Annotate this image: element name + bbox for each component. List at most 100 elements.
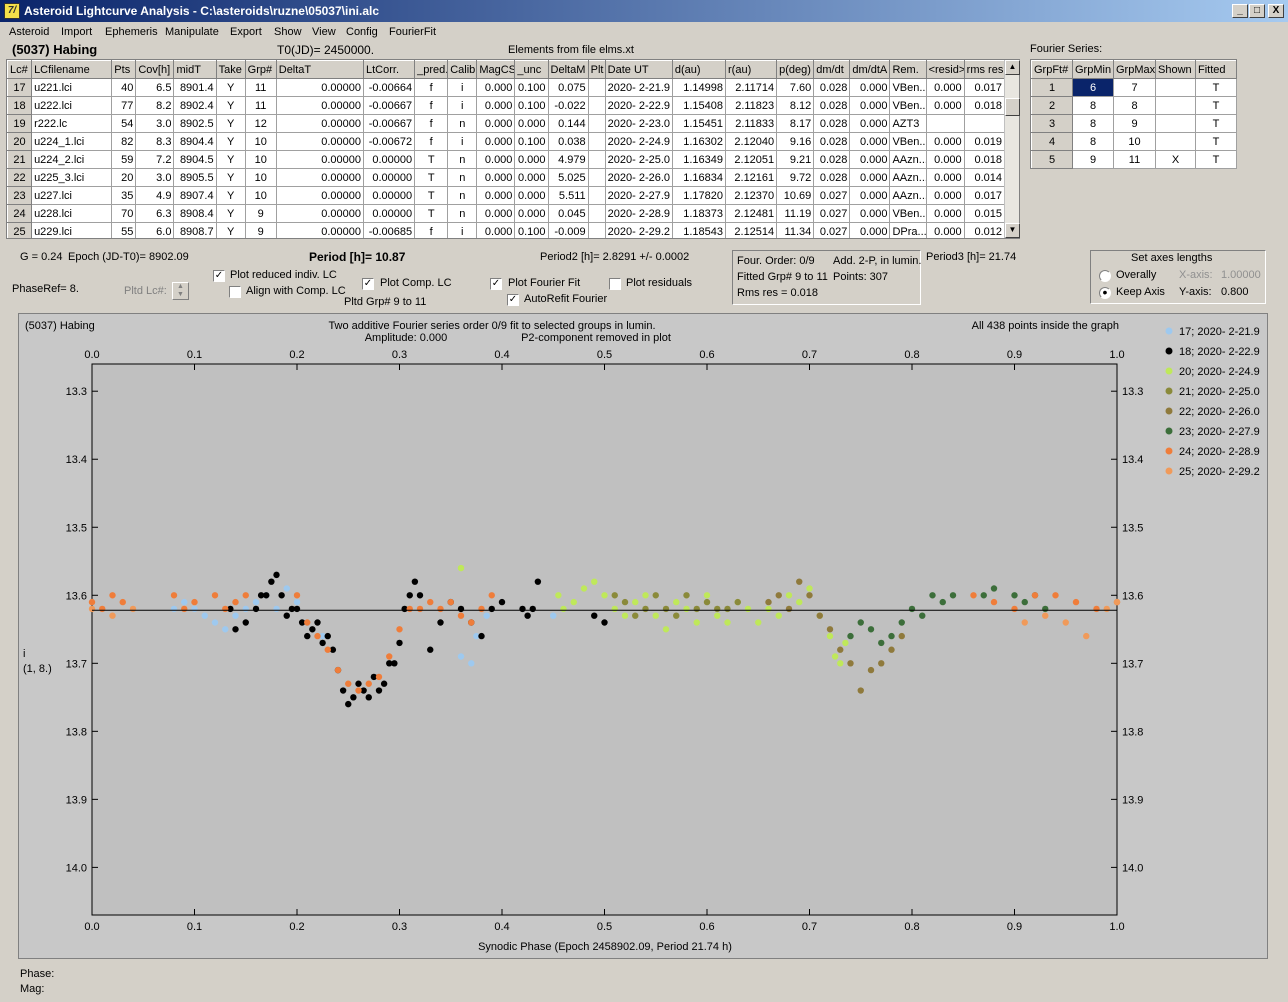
lc-col-header[interactable]: DeltaM [547, 60, 589, 79]
lc-cell[interactable]: 0.00000 [275, 168, 365, 187]
lc-cell[interactable]: 0.100 [514, 96, 549, 115]
lc-cell[interactable]: Y [215, 150, 246, 169]
lc-col-header[interactable]: _pred. [414, 60, 449, 79]
lc-cell[interactable] [587, 204, 606, 223]
lc-cell[interactable] [587, 222, 606, 238]
lc-cell[interactable]: 59 [111, 150, 137, 169]
lc-cell[interactable]: 0.018 [963, 150, 1006, 169]
lc-cell[interactable]: 8907.4 [173, 186, 217, 205]
lc-cell[interactable]: 11 [244, 96, 277, 115]
lc-col-header[interactable]: Grp# [244, 60, 277, 79]
lc-cell[interactable]: 1.14998 [671, 78, 727, 97]
fourier-col-header[interactable]: Shown [1155, 60, 1196, 79]
lc-table-row[interactable]: 25 u229.lci 55 6.0 8908.7 Y 9 0.00000 -0.00685 f i… [7, 222, 1006, 238]
lc-cell[interactable]: 10 [244, 168, 277, 187]
plot-fourier-checkbox[interactable]: ✓ [490, 278, 502, 290]
fourier-table-row[interactable]: 167 T [1031, 78, 1237, 97]
fourier-col-header[interactable]: GrpMax [1113, 60, 1156, 79]
lc-cell[interactable]: 0.000 [476, 204, 516, 223]
lc-cell[interactable]: 8901.4 [173, 78, 217, 97]
lc-col-header[interactable]: p(deg) [776, 60, 815, 79]
lc-col-header[interactable]: Calib. [447, 60, 478, 79]
lc-cell[interactable]: 2020- 2-23.0 [604, 114, 673, 133]
lc-cell[interactable]: 0.000 [514, 150, 549, 169]
fourier-row-number[interactable]: 4 [1031, 132, 1073, 151]
lc-cell[interactable]: f [414, 114, 449, 133]
lc-cell[interactable] [963, 114, 1006, 133]
lc-cell[interactable]: 0.017 [963, 186, 1006, 205]
fourier-cell[interactable]: 10 [1113, 132, 1156, 151]
lc-cell[interactable]: 10 [244, 150, 277, 169]
lc-col-header[interactable]: LtCorr. [362, 60, 416, 79]
pltd-lc-spinner[interactable]: ▲ ▼ [172, 282, 189, 300]
lc-col-header[interactable]: dm/dt [813, 60, 851, 79]
lc-cell[interactable]: n [447, 114, 478, 133]
lc-cell[interactable]: 70 [111, 204, 137, 223]
lc-cell[interactable]: u224_1.lci [31, 132, 113, 151]
lc-cell[interactable]: 35 [111, 186, 137, 205]
fourier-table-row[interactable]: 4 8 10 T [1031, 132, 1237, 151]
fourier-row-number[interactable]: 5 [1031, 150, 1073, 169]
fourier-cell[interactable]: T [1195, 96, 1237, 115]
lc-row-number[interactable]: 23 [7, 186, 33, 205]
lc-cell[interactable]: 0.00000 [362, 150, 416, 169]
lc-cell[interactable]: 11.34 [776, 222, 815, 238]
lc-cell[interactable]: i [447, 222, 478, 238]
lc-cell[interactable]: 0.000 [476, 114, 516, 133]
period-value[interactable]: Period [h]= 10.87 [309, 250, 405, 264]
lc-cell[interactable]: 10 [244, 132, 277, 151]
lc-cell[interactable]: 0.000 [849, 168, 891, 187]
lc-cell[interactable]: 0.100 [514, 78, 549, 97]
lc-cell[interactable]: 0.000 [849, 132, 891, 151]
lc-cell[interactable]: 10.69 [776, 186, 815, 205]
lc-cell[interactable]: 0.000 [476, 96, 516, 115]
lc-cell[interactable]: 0.019 [963, 132, 1006, 151]
menu-import[interactable]: Import [61, 26, 92, 38]
lc-col-header[interactable]: Plt [587, 60, 606, 79]
lc-cell[interactable]: 54 [111, 114, 137, 133]
lc-cell[interactable]: 0.000 [925, 132, 965, 151]
lc-cell[interactable] [587, 78, 606, 97]
lc-cell[interactable]: Y [215, 204, 246, 223]
lc-cell[interactable]: Y [215, 132, 246, 151]
lc-cell[interactable]: 20 [111, 168, 137, 187]
lc-cell[interactable] [587, 150, 606, 169]
plot-residuals-checkbox[interactable] [609, 278, 621, 290]
lc-cell[interactable]: -0.00667 [362, 96, 416, 115]
lc-table-row[interactable]: 20 u224_1.lci 82 8.3 8904.4 Y 10 0.00000 -0.0067… [7, 132, 1006, 151]
lc-row-number[interactable]: 25 [7, 222, 33, 238]
lc-cell[interactable]: 5.511 [547, 186, 589, 205]
lc-row-number[interactable]: 24 [7, 204, 33, 223]
lc-col-header[interactable]: r(au) [725, 60, 778, 79]
lc-cell[interactable] [925, 114, 965, 133]
lc-cell[interactable]: 0.000 [476, 150, 516, 169]
menu-ephemeris[interactable]: Ephemeris [105, 26, 158, 38]
lc-cell[interactable]: 0.000 [849, 204, 891, 223]
lc-cell[interactable]: 2020- 2-28.9 [604, 204, 673, 223]
lc-cell[interactable]: Y [215, 78, 246, 97]
table-scrollbar[interactable]: ▲ ▼ [1004, 60, 1020, 238]
menu-manipulate[interactable]: Manipulate [165, 26, 219, 38]
lc-row-number[interactable]: 22 [7, 168, 33, 187]
lc-cell[interactable]: 1.16302 [671, 132, 727, 151]
lc-cell[interactable]: 8908.4 [173, 204, 217, 223]
lc-cell[interactable]: -0.00672 [362, 132, 416, 151]
lc-cell[interactable]: 2.11833 [725, 114, 778, 133]
lc-cell[interactable]: 1.15408 [671, 96, 727, 115]
lc-cell[interactable]: 0.028 [813, 168, 851, 187]
lc-cell[interactable]: 8902.4 [173, 96, 217, 115]
fourier-table-row[interactable]: 288T [1031, 96, 1237, 115]
lc-row-number[interactable]: 20 [7, 132, 33, 151]
lc-cell[interactable]: 9 [244, 204, 277, 223]
lc-col-header[interactable]: Rem. [889, 60, 927, 79]
lc-cell[interactable]: 0.100 [514, 132, 549, 151]
fourier-col-header[interactable]: GrpFt# [1031, 60, 1073, 79]
lc-col-header[interactable]: <resid> [925, 60, 965, 79]
lc-cell[interactable]: u228.lci [31, 204, 113, 223]
lc-cell[interactable]: 8.17 [776, 114, 815, 133]
lc-cell[interactable]: 2.12370 [725, 186, 778, 205]
lc-col-header[interactable]: DeltaT [275, 60, 365, 79]
menu-show[interactable]: Show [274, 26, 302, 38]
lc-col-header[interactable]: Pts [111, 60, 137, 79]
lc-cell[interactable]: 0.014 [963, 168, 1006, 187]
